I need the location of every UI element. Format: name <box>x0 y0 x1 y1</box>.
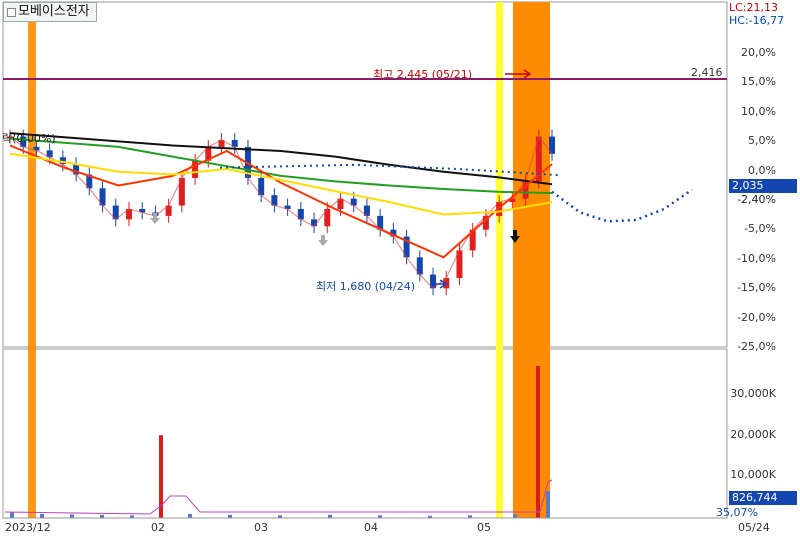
low-annotation: 최저 1,680 (04/24) <box>316 280 416 293</box>
volume-bar <box>536 365 540 518</box>
stock-name-tab[interactable]: 모베이스전자 <box>3 2 97 22</box>
x-label: 02 <box>151 521 165 534</box>
volume-tick: 30,000K <box>730 387 776 400</box>
price-panel-frame <box>2 1 728 348</box>
x-label: 05/24 <box>738 521 770 534</box>
price-tick: -10,0% <box>737 252 776 265</box>
price-tick: -5,0% <box>744 222 776 235</box>
hline-label: 2,416 <box>691 66 723 79</box>
volume-pct-label: 35,07% <box>716 506 758 519</box>
x-label: 04 <box>364 521 378 534</box>
x-label: 03 <box>254 521 268 534</box>
volume-bar <box>546 491 550 518</box>
volume-tick: 10,000K <box>730 468 776 481</box>
chart-window: 모베이스전자 LC:21,13 HC:-16,77 20,0% 15,0% 10… <box>0 0 800 541</box>
price-tick: -20,0% <box>737 311 776 324</box>
price-tick: 5,0% <box>748 134 776 147</box>
x-label: 2023/12 <box>5 521 51 534</box>
volume-bar <box>40 513 44 518</box>
price-tick: 10,0% <box>741 105 776 118</box>
volume-bar <box>70 514 74 518</box>
high-annotation: 최고 2,445 (05/21) <box>373 68 473 81</box>
price-tick: 15,0% <box>741 75 776 88</box>
current-volume-badge: 826,744 <box>729 491 797 505</box>
volume-panel-frame <box>2 348 728 519</box>
lc-readout: LC:21,13 <box>729 1 779 14</box>
checkbox-icon[interactable] <box>7 8 16 17</box>
price-tick: 0,0% <box>748 164 776 177</box>
volume-tick: 20,000K <box>730 428 776 441</box>
left-annotation: 락(0,00%) <box>2 132 56 145</box>
price-tick: -15,0% <box>737 281 776 294</box>
current-price-badge: 2,035 <box>729 179 797 193</box>
volume-bar <box>10 512 14 518</box>
volume-bar <box>513 514 517 518</box>
price-tick-current-pct: -2,40% <box>737 193 776 206</box>
price-tick: 20,0% <box>741 46 776 59</box>
x-label: 05 <box>477 521 491 534</box>
volume-bar <box>188 513 192 518</box>
hc-readout: HC:-16,77 <box>729 14 785 27</box>
price-tick: -25,0% <box>737 340 776 353</box>
stock-name: 모베이스전자 <box>18 4 90 19</box>
